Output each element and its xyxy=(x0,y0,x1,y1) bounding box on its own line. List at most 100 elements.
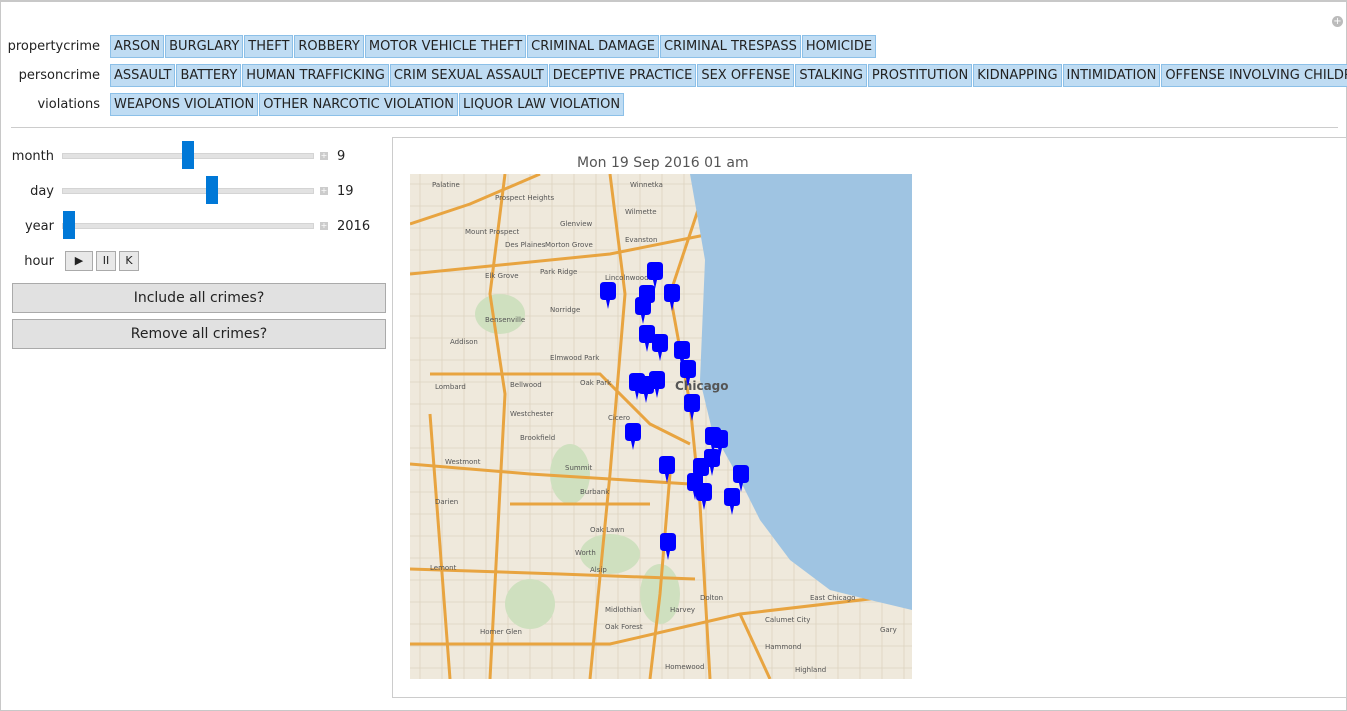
crime-toggle[interactable]: STALKING xyxy=(795,64,867,87)
map-place-label: Worth xyxy=(575,549,596,557)
map-place-label: Park Ridge xyxy=(540,268,577,276)
reset-button[interactable]: K xyxy=(119,251,139,271)
month-control: month + 9 xyxy=(0,141,346,169)
remove-all-button[interactable]: Remove all crimes? xyxy=(12,319,386,349)
slider-thumb[interactable] xyxy=(63,211,75,239)
map-place-label: Bellwood xyxy=(510,381,542,389)
crime-toggle[interactable]: CRIMINAL DAMAGE xyxy=(527,35,659,58)
map-place-label: Oak Lawn xyxy=(590,526,624,534)
row-label: personcrime xyxy=(18,68,100,83)
map-place-label: Evanston xyxy=(625,236,657,244)
crime-toggle[interactable]: SEX OFFENSE xyxy=(697,64,795,87)
crime-toggle[interactable]: CRIMINAL TRESPASS xyxy=(660,35,801,58)
year-value: 2016 xyxy=(337,218,371,234)
map-place-label: Prospect Heights xyxy=(495,194,554,202)
map-place-label: Winnetka xyxy=(630,181,663,189)
row-label: propertycrime xyxy=(7,39,100,54)
map-place-label: Glenview xyxy=(560,220,593,228)
map-place-label: Oak Park xyxy=(580,379,612,387)
map-place-label: Burbank xyxy=(580,488,610,496)
map-place-label: Des Plaines xyxy=(505,241,546,249)
month-value: 9 xyxy=(337,148,346,164)
crime-toggle[interactable]: BATTERY xyxy=(176,64,242,87)
map-park xyxy=(505,579,555,629)
month-slider[interactable] xyxy=(62,141,314,169)
map-place-label: Chicago xyxy=(675,379,729,393)
map-park xyxy=(475,294,525,334)
pause-button[interactable]: II xyxy=(96,251,116,271)
map-place-label: Brookfield xyxy=(520,434,555,442)
expand-icon[interactable]: + xyxy=(320,187,328,195)
crime-toggle[interactable]: BURGLARY xyxy=(165,35,244,58)
day-control: day + 19 xyxy=(0,176,354,204)
day-value: 19 xyxy=(337,183,354,199)
map-place-label: Wilmette xyxy=(625,208,657,216)
map-place-label: Hammond xyxy=(765,643,801,651)
crime-toggle[interactable]: OTHER NARCOTIC VIOLATION xyxy=(259,93,459,116)
add-icon[interactable]: + xyxy=(1332,16,1343,27)
divider xyxy=(11,127,1338,128)
map-title: Mon 19 Sep 2016 01 am xyxy=(577,155,749,171)
map-place-label: East Chicago xyxy=(810,594,855,602)
hour-label: hour xyxy=(24,253,54,269)
slider-thumb[interactable] xyxy=(205,176,218,204)
crime-toggle[interactable]: LIQUOR LAW VIOLATION xyxy=(459,93,625,116)
map-place-label: Harvey xyxy=(670,606,695,614)
map-place-label: Gary xyxy=(880,626,897,634)
map-place-label: Lemont xyxy=(430,564,457,572)
map-place-label: Norridge xyxy=(550,306,580,314)
map-place-label: Palatine xyxy=(432,181,460,189)
map-place-label: Bensenville xyxy=(485,316,525,324)
include-all-button[interactable]: Include all crimes? xyxy=(12,283,386,313)
day-label: day xyxy=(30,183,54,199)
crime-toggle[interactable]: OFFENSE INVOLVING CHILDREN xyxy=(1161,64,1347,87)
map-place-label: Elk Grove xyxy=(485,272,519,280)
map-place-label: Lincolnwood xyxy=(605,274,649,282)
map-place-label: Midlothian xyxy=(605,606,642,614)
crime-toggle[interactable]: ARSON xyxy=(110,35,165,58)
map-place-label: Summit xyxy=(565,464,592,472)
map-place-label: Elmwood Park xyxy=(550,354,600,362)
map-place-label: Addison xyxy=(450,338,478,346)
expand-icon[interactable]: + xyxy=(320,152,328,160)
crime-map[interactable]: Palatine Prospect Heights Winnetka Wilmette… xyxy=(410,174,912,679)
crime-toggle[interactable]: ASSAULT xyxy=(110,64,176,87)
year-label: year xyxy=(24,218,54,234)
month-label: month xyxy=(11,148,54,164)
day-slider[interactable] xyxy=(62,176,314,204)
row-violations: violations WEAPONS VIOLATION OTHER NARCOTI… xyxy=(0,93,625,116)
play-button[interactable]: ▶ xyxy=(65,251,93,271)
crime-toggle[interactable]: DECEPTIVE PRACTICE xyxy=(548,64,697,87)
crime-toggle[interactable]: PROSTITUTION xyxy=(867,64,973,87)
expand-icon[interactable]: + xyxy=(320,222,328,230)
crime-toggle[interactable]: HOMICIDE xyxy=(801,35,877,58)
map-place-label: Cicero xyxy=(608,414,630,422)
map-place-label: Morton Grove xyxy=(545,241,593,249)
map-place-label: Alsip xyxy=(590,566,607,574)
crime-toggle[interactable]: MOTOR VEHICLE THEFT xyxy=(364,35,527,58)
crime-toggle[interactable]: HUMAN TRAFFICKING xyxy=(242,64,389,87)
map-place-label: Dolton xyxy=(700,594,723,602)
crime-toggle[interactable]: ROBBERY xyxy=(294,35,364,58)
map-place-label: Westchester xyxy=(510,410,553,418)
crime-toggle[interactable]: INTIMIDATION xyxy=(1062,64,1161,87)
row-propertycrime: propertycrime ARSON BURGLARY THEFT ROBBERY MO… xyxy=(0,35,877,58)
map-place-label: Calumet City xyxy=(765,616,810,624)
map-place-label: Darien xyxy=(435,498,458,506)
crime-toggle[interactable]: THEFT xyxy=(244,35,294,58)
slider-thumb[interactable] xyxy=(182,141,194,169)
map-place-label: Lombard xyxy=(435,383,466,391)
crime-toggle[interactable]: CRIM SEXUAL ASSAULT xyxy=(389,64,548,87)
crime-toggle[interactable]: KIDNAPPING xyxy=(973,64,1062,87)
crime-toggle[interactable]: WEAPONS VIOLATION xyxy=(110,93,259,116)
row-personcrime: personcrime ASSAULT BATTERY HUMAN TRAFFICKI… xyxy=(0,64,1347,87)
map-place-label: Oak Forest xyxy=(605,623,643,631)
map-place-label: Homer Glen xyxy=(480,628,522,636)
hour-control: hour ▶ II K xyxy=(0,251,142,271)
map-place-label: Homewood xyxy=(665,663,704,671)
map-place-label: Mount Prospect xyxy=(465,228,520,236)
row-label: violations xyxy=(37,97,100,112)
year-slider[interactable] xyxy=(62,211,314,239)
year-control: year + 2016 xyxy=(0,211,371,239)
map-place-label: Westmont xyxy=(445,458,481,466)
